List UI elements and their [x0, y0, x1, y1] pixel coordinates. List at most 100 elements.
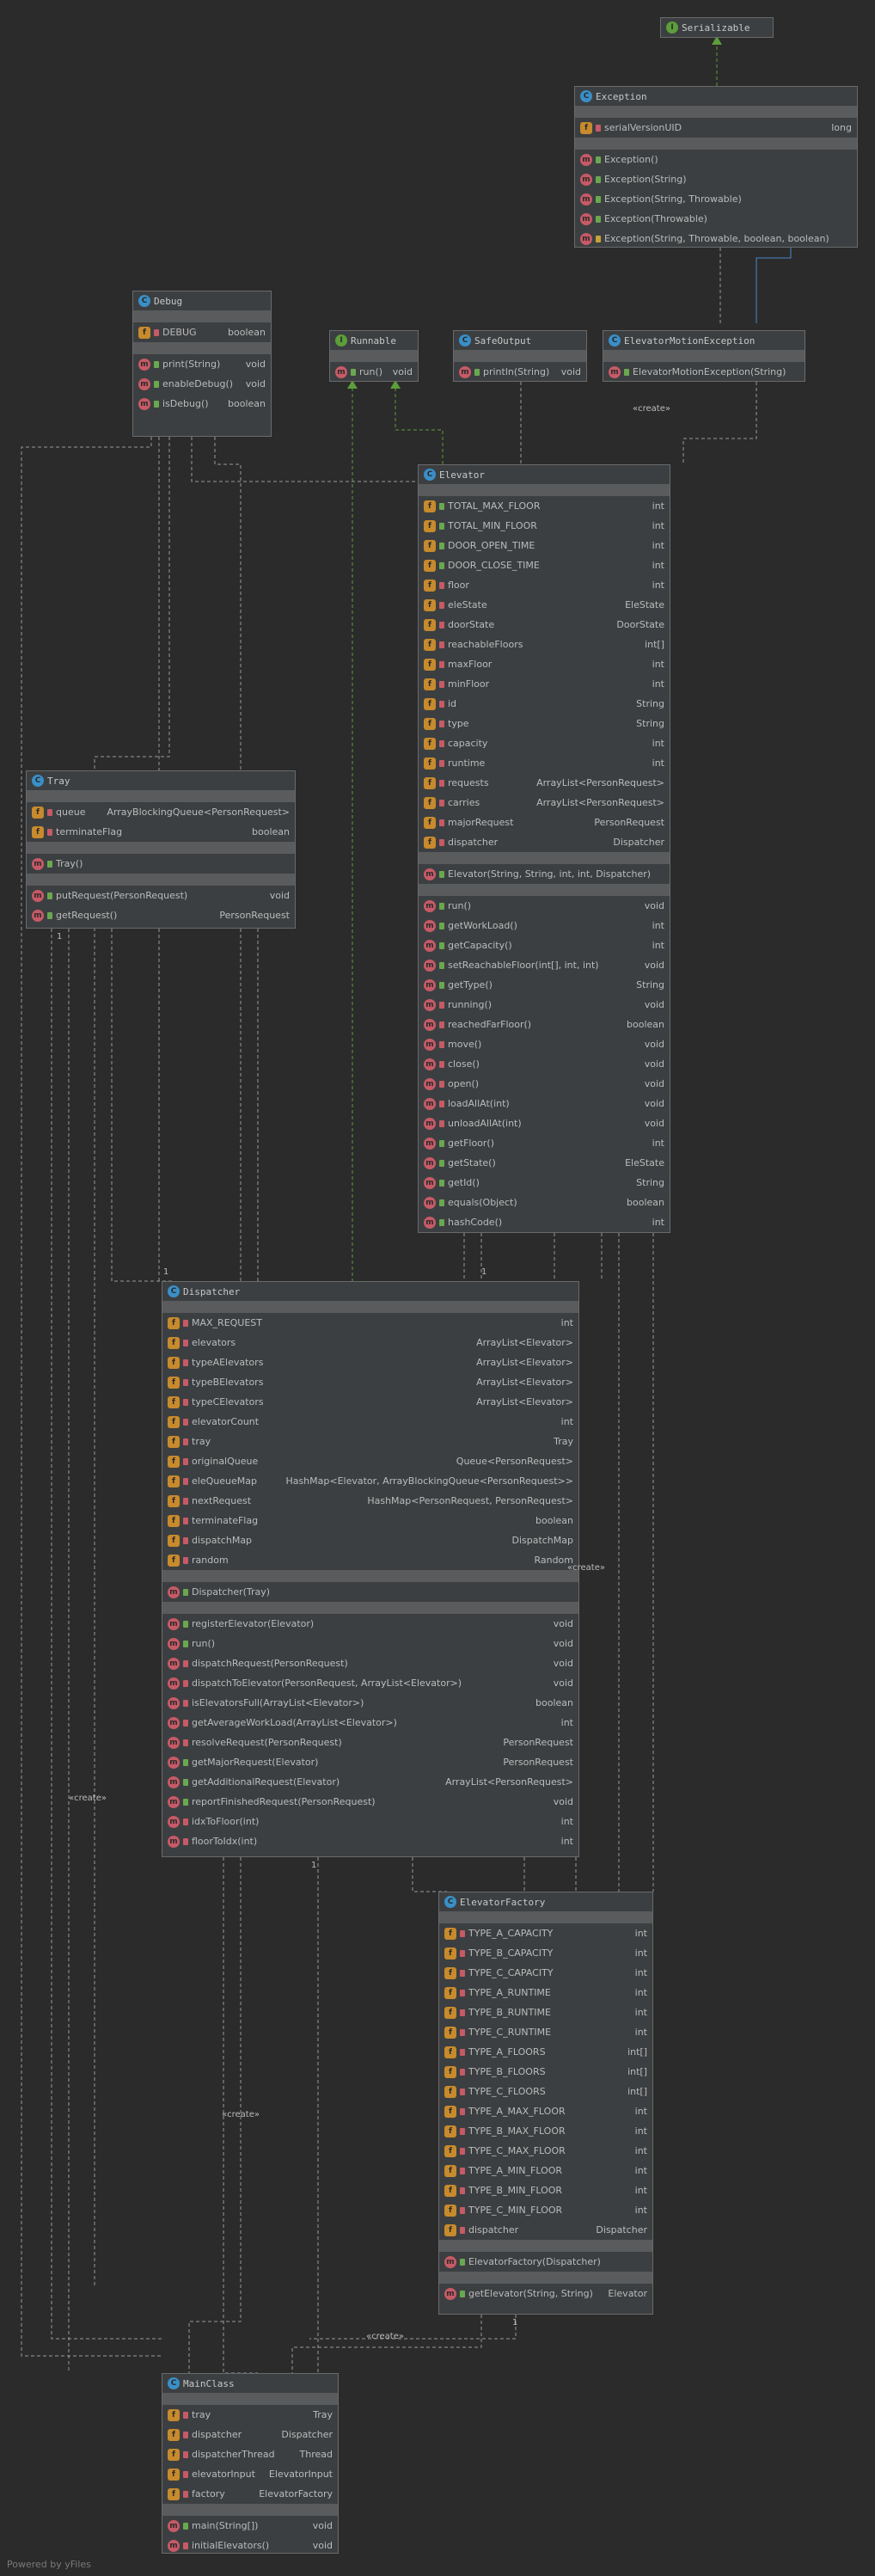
class-elevatormotionexception[interactable]: C ElevatorMotionException m ElevatorMotionE… — [603, 330, 805, 382]
field-row[interactable]: f typeCElevators ArrayList<Elevator> — [162, 1392, 578, 1412]
method-row[interactable]: m getWorkLoad() int — [419, 916, 670, 935]
method-row[interactable]: m dispatchRequest(PersonRequest) void — [162, 1653, 578, 1673]
method-row[interactable]: m getAverageWorkLoad(ArrayList<Elevator>)… — [162, 1713, 578, 1733]
class-debug[interactable]: C Debug f DEBUG boolean m print(String) void m en… — [132, 291, 272, 437]
method-row[interactable]: m getState() EleState — [419, 1153, 670, 1173]
method-row[interactable]: m setReachableFloor(int[], int, int) void — [419, 955, 670, 975]
method-row[interactable]: m getFloor() int — [419, 1133, 670, 1153]
method-row[interactable]: m getElevator(String, String) Elevator — [439, 2284, 652, 2303]
field-row[interactable]: f TYPE_C_CAPACITY int — [439, 1963, 652, 1983]
field-row[interactable]: f typeBElevators ArrayList<Elevator> — [162, 1372, 578, 1392]
field-row[interactable]: f dispatcher Dispatcher — [439, 2220, 652, 2240]
method-row[interactable]: m idxToFloor(int) int — [162, 1812, 578, 1831]
class-safeoutput[interactable]: C SafeOutput m println(String) void — [453, 330, 587, 382]
method-row[interactable]: m reachedFarFloor() boolean — [419, 1015, 670, 1034]
field-row[interactable]: f typeAElevators ArrayList<Elevator> — [162, 1352, 578, 1372]
field-row[interactable]: f serialVersionUID long — [575, 118, 857, 138]
field-row[interactable]: f TYPE_A_FLOORS int[] — [439, 2042, 652, 2062]
method-row[interactable]: m enableDebug() void — [133, 374, 271, 394]
field-row[interactable]: f elevatorInput ElevatorInput — [162, 2464, 338, 2484]
field-row[interactable]: f random Random — [162, 1550, 578, 1570]
field-row[interactable]: f terminateFlag boolean — [27, 822, 295, 842]
class-elevatorfactory[interactable]: C ElevatorFactory f TYPE_A_CAPACITY int f TYPE… — [438, 1892, 653, 2315]
field-row[interactable]: f queue ArrayBlockingQueue<PersonRequest> — [27, 802, 295, 822]
method-row[interactable]: m unloadAllAt(int) void — [419, 1113, 670, 1133]
class-tray[interactable]: C Tray f queue ArrayBlockingQueue<PersonRequ… — [26, 770, 296, 929]
field-row[interactable]: f dispatcher Dispatcher — [162, 2425, 338, 2444]
method-row[interactable]: m getType() String — [419, 975, 670, 995]
field-row[interactable]: f originalQueue Queue<PersonRequest> — [162, 1451, 578, 1471]
field-row[interactable]: f eleState EleState — [419, 595, 670, 615]
field-row[interactable]: f TOTAL_MIN_FLOOR int — [419, 516, 670, 536]
method-row[interactable]: m close() void — [419, 1054, 670, 1074]
field-row[interactable]: f TYPE_A_CAPACITY int — [439, 1923, 652, 1943]
field-row[interactable]: f TYPE_B_CAPACITY int — [439, 1943, 652, 1963]
field-row[interactable]: f id String — [419, 694, 670, 714]
field-row[interactable]: f dispatcher Dispatcher — [419, 832, 670, 852]
field-row[interactable]: f minFloor int — [419, 674, 670, 694]
field-row[interactable]: f dispatchMap DispatchMap — [162, 1530, 578, 1550]
field-row[interactable]: f factory ElevatorFactory — [162, 2484, 338, 2504]
class-serializable[interactable]: I Serializable — [660, 17, 774, 38]
constructor-row[interactable]: m Dispatcher(Tray) — [162, 1582, 578, 1602]
method-row[interactable]: m move() void — [419, 1034, 670, 1054]
class-elevator[interactable]: C Elevator f TOTAL_MAX_FLOOR int f TOTAL_MIN_F… — [418, 464, 670, 1233]
field-row[interactable]: f TYPE_B_RUNTIME int — [439, 2003, 652, 2022]
constructor-row[interactable]: m ElevatorFactory(Dispatcher) — [439, 2252, 652, 2272]
field-row[interactable]: f terminateFlag boolean — [162, 1511, 578, 1530]
class-runnable[interactable]: I Runnable m run() void — [329, 330, 419, 382]
method-row[interactable]: m registerElevator(Elevator) void — [162, 1614, 578, 1634]
method-row[interactable]: m reportFinishedRequest(PersonRequest) voi… — [162, 1792, 578, 1812]
method-row[interactable]: m hashCode() int — [419, 1212, 670, 1232]
method-row[interactable]: m run() void — [330, 362, 418, 381]
method-row[interactable]: m Exception(String, Throwable) — [575, 189, 857, 209]
method-row[interactable]: m Exception(String) — [575, 169, 857, 189]
constructor-row[interactable]: m Tray() — [27, 854, 295, 874]
field-row[interactable]: f runtime int — [419, 753, 670, 773]
method-row[interactable]: m isDebug() boolean — [133, 394, 271, 414]
field-row[interactable]: f majorRequest PersonRequest — [419, 813, 670, 832]
field-row[interactable]: f eleQueueMap HashMap<Elevator, ArrayBlock… — [162, 1471, 578, 1491]
field-row[interactable]: f tray Tray — [162, 2405, 338, 2425]
field-row[interactable]: f TYPE_C_MAX_FLOOR int — [439, 2141, 652, 2161]
field-row[interactable]: f capacity int — [419, 733, 670, 753]
method-row[interactable]: m getCapacity() int — [419, 935, 670, 955]
field-row[interactable]: f TYPE_B_MAX_FLOOR int — [439, 2121, 652, 2141]
method-row[interactable]: m main(String[]) void — [162, 2516, 338, 2536]
field-row[interactable]: f elevatorCount int — [162, 1412, 578, 1432]
method-row[interactable]: m println(String) void — [454, 362, 586, 381]
method-row[interactable]: m run() void — [162, 1634, 578, 1653]
class-dispatcher[interactable]: C Dispatcher f MAX_REQUEST int f elevators Arra… — [162, 1281, 579, 1857]
field-row[interactable]: f MAX_REQUEST int — [162, 1313, 578, 1333]
method-row[interactable]: m dispatchToElevator(PersonRequest, Array… — [162, 1673, 578, 1693]
field-row[interactable]: f TYPE_A_RUNTIME int — [439, 1983, 652, 2003]
method-row[interactable]: m getAdditionalRequest(Elevator) ArrayList… — [162, 1772, 578, 1792]
field-row[interactable]: f DEBUG boolean — [133, 322, 271, 342]
method-row[interactable]: m getMajorRequest(Elevator) PersonRequest — [162, 1752, 578, 1772]
field-row[interactable]: f carries ArrayList<PersonRequest> — [419, 793, 670, 813]
method-row[interactable]: m Exception() — [575, 150, 857, 169]
method-row[interactable]: m running() void — [419, 995, 670, 1015]
method-row[interactable]: m floorToIdx(int) int — [162, 1831, 578, 1851]
field-row[interactable]: f floor int — [419, 575, 670, 595]
class-exception[interactable]: C Exception f serialVersionUID long m Exceptio… — [574, 86, 858, 248]
method-row[interactable]: m loadAllAt(int) void — [419, 1094, 670, 1113]
method-row[interactable]: m resolveRequest(PersonRequest) PersonRequ… — [162, 1733, 578, 1752]
field-row[interactable]: f TYPE_C_MIN_FLOOR int — [439, 2200, 652, 2220]
field-row[interactable]: f nextRequest HashMap<PersonRequest, Perso… — [162, 1491, 578, 1511]
class-mainclass[interactable]: C MainClass f tray Tray f dispatcher Dispatcher… — [162, 2373, 339, 2554]
method-row[interactable]: m isElevatorsFull(ArrayList<Elevator>) boo… — [162, 1693, 578, 1713]
field-row[interactable]: f dispatcherThread Thread — [162, 2444, 338, 2464]
method-row[interactable]: m initialElevators() void — [162, 2536, 338, 2553]
field-row[interactable]: f reachableFloors int[] — [419, 635, 670, 654]
field-row[interactable]: f doorState DoorState — [419, 615, 670, 635]
method-row[interactable]: m getId() String — [419, 1173, 670, 1193]
field-row[interactable]: f DOOR_OPEN_TIME int — [419, 536, 670, 555]
field-row[interactable]: f TOTAL_MAX_FLOOR int — [419, 496, 670, 516]
method-row[interactable]: m open() void — [419, 1074, 670, 1094]
method-row[interactable]: m putRequest(PersonRequest) void — [27, 886, 295, 905]
field-row[interactable]: f requests ArrayList<PersonRequest> — [419, 773, 670, 793]
method-row[interactable]: m run() void — [419, 896, 670, 916]
method-row[interactable]: m equals(Object) boolean — [419, 1193, 670, 1212]
method-row[interactable]: m getRequest() PersonRequest — [27, 905, 295, 925]
